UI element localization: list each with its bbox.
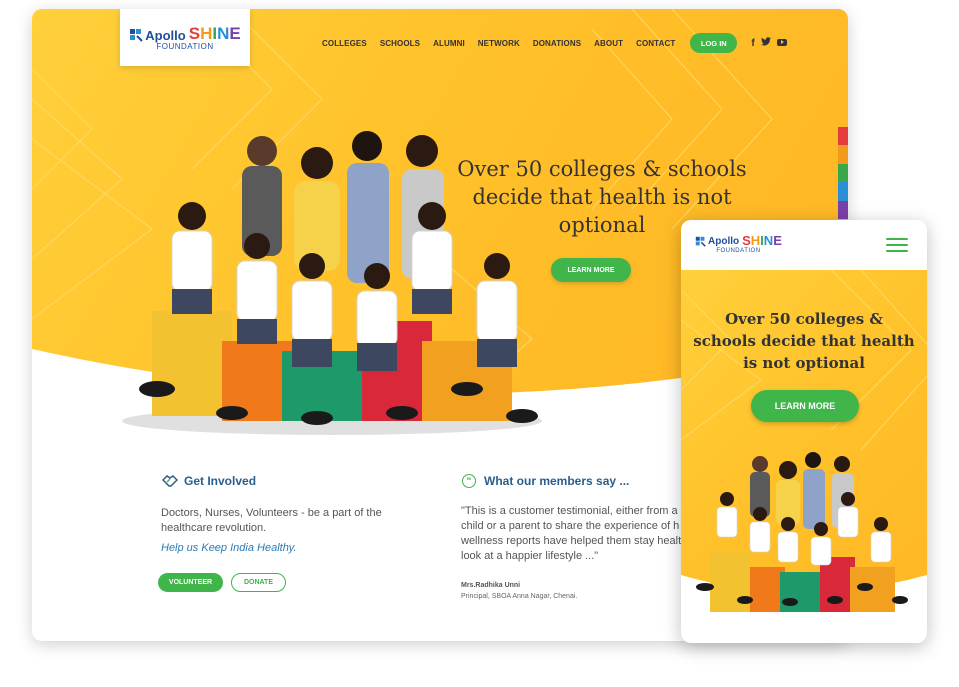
nav-donations[interactable]: DONATIONS <box>533 39 581 48</box>
nav-about[interactable]: ABOUT <box>594 39 623 48</box>
testimonial-author: Mrs.Radhika Unni <box>461 582 521 589</box>
mobile-learn-more-button[interactable]: LEARN MORE <box>751 390 859 422</box>
login-button[interactable]: LOG IN <box>690 33 738 53</box>
twitter-icon[interactable] <box>760 37 771 49</box>
mobile-logo-mark-icon <box>695 236 706 247</box>
mobile-header: Apollo SHINE FOUNDATION <box>681 220 927 270</box>
learn-more-button[interactable]: LEARN MORE <box>551 258 631 282</box>
nav-colleges[interactable]: COLLEGES <box>322 39 367 48</box>
mobile-logo-foundation: FOUNDATION <box>716 248 761 254</box>
nav-alumni[interactable]: ALUMNI <box>433 39 465 48</box>
testimonial-role: Principal, SBOA Anna Nagar, Chenai. <box>461 593 578 600</box>
social-links: f <box>751 37 792 49</box>
members-title: What our members say ... <box>484 474 630 488</box>
testimonial-text: "This is a customer testimonial, either … <box>461 505 696 562</box>
mobile-logo-apollo: Apollo <box>708 236 740 247</box>
nav-network[interactable]: NETWORK <box>478 39 520 48</box>
mobile-mockup: Apollo SHINE FOUNDATION Over 50 colleges… <box>681 220 927 643</box>
volunteer-button[interactable]: VOLUNTEER <box>158 573 223 592</box>
mobile-logo[interactable]: Apollo SHINE FOUNDATION <box>695 234 782 254</box>
get-involved-title: Get Involved <box>184 474 257 488</box>
logo[interactable]: Apollo SHINE FOUNDATION <box>120 9 250 66</box>
mobile-group-photo <box>696 452 908 612</box>
members-heading: “ What our members say ... <box>462 474 629 488</box>
donate-button[interactable]: DONATE <box>231 573 286 592</box>
logo-apollo: Apollo <box>145 27 186 43</box>
keep-india-healthy-link[interactable]: Help us Keep India Healthy. <box>161 542 297 554</box>
get-involved-text: Doctors, Nurses, Volunteers - be a part … <box>161 507 382 534</box>
youtube-icon[interactable] <box>776 38 787 49</box>
logo-shine: SHINE <box>188 23 241 43</box>
rainbow-strip <box>838 127 848 220</box>
hamburger-menu-icon[interactable] <box>886 238 908 252</box>
logo-foundation: FOUNDATION <box>156 41 214 51</box>
mobile-hero-title: Over 50 colleges & schools decide that h… <box>693 310 915 372</box>
mobile-logo-shine: SHINE <box>742 233 782 248</box>
nav-contact[interactable]: CONTACT <box>636 39 675 48</box>
handshake-icon <box>162 475 178 487</box>
facebook-icon[interactable]: f <box>751 38 754 49</box>
main-nav: COLLEGES SCHOOLS ALUMNI NETWORK DONATION… <box>322 33 793 53</box>
get-involved-heading: Get Involved <box>162 474 256 488</box>
nav-schools[interactable]: SCHOOLS <box>380 39 420 48</box>
quote-icon: “ <box>462 474 476 488</box>
logo-mark-icon <box>130 28 143 42</box>
